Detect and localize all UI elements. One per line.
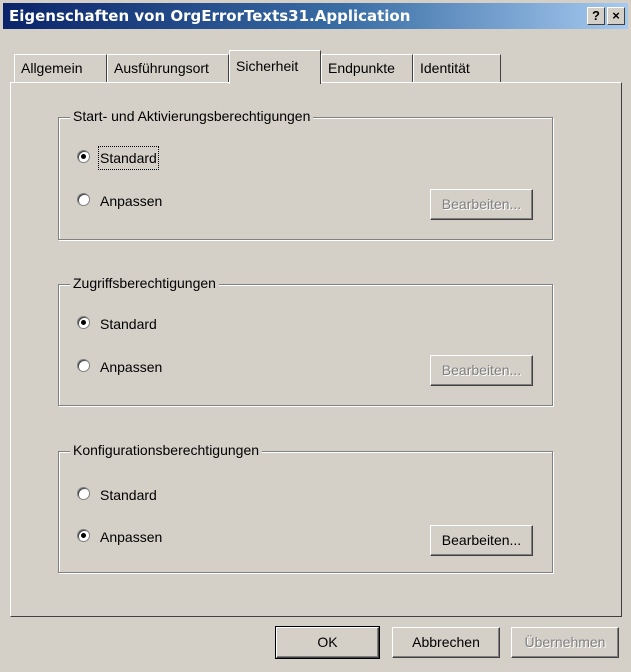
radio-label: Anpassen	[100, 529, 163, 545]
radio-unselected-icon	[77, 193, 90, 206]
radio-label: Anpassen	[100, 359, 163, 375]
title-bar[interactable]: Eigenschaften von OrgErrorTexts31.Applic…	[3, 3, 628, 29]
configuration-permissions-group: Konfigurationsberechtigungen Standard An…	[58, 442, 553, 573]
radio-selected-icon	[77, 150, 90, 163]
apply-button[interactable]: Übernehmen	[511, 627, 619, 658]
group-title: Start- und Aktivierungsberechtigungen	[70, 108, 314, 124]
radio-unselected-icon	[77, 359, 90, 372]
radio-label: Standard	[100, 316, 157, 332]
radio-selected-icon	[77, 529, 90, 542]
access-permissions-group: Zugriffsberechtigungen Standard Anpassen…	[58, 275, 553, 406]
ok-button[interactable]: OK	[275, 626, 380, 659]
config-edit-button[interactable]: Bearbeiten...	[430, 525, 533, 556]
radio-unselected-icon	[77, 487, 90, 500]
launch-activation-permissions-group: Start- und Aktivierungsberechtigungen St…	[58, 108, 553, 240]
tab-sicherheit[interactable]: Sicherheit	[229, 50, 321, 84]
radio-label: Anpassen	[100, 193, 163, 209]
group-title: Zugriffsberechtigungen	[70, 275, 219, 291]
properties-dialog: Eigenschaften von OrgErrorTexts31.Applic…	[0, 0, 631, 672]
radio-label: Standard	[100, 487, 157, 503]
radio-label: Standard	[98, 146, 159, 170]
tab-identitaet[interactable]: Identität	[413, 54, 501, 82]
help-button[interactable]: ?	[587, 7, 605, 25]
access-edit-button[interactable]: Bearbeiten...	[430, 355, 533, 386]
cancel-button[interactable]: Abbrechen	[392, 627, 500, 658]
tab-ausfuehrungsort[interactable]: Ausführungsort	[107, 54, 229, 82]
group-title: Konfigurationsberechtigungen	[70, 442, 263, 458]
window-title: Eigenschaften von OrgErrorTexts31.Applic…	[9, 7, 411, 25]
tab-endpunkte[interactable]: Endpunkte	[321, 54, 413, 82]
close-button[interactable]: ×	[607, 7, 625, 25]
tab-allgemein[interactable]: Allgemein	[14, 54, 107, 82]
launch-edit-button[interactable]: Bearbeiten...	[430, 189, 533, 220]
radio-selected-icon	[77, 316, 90, 329]
tab-panel-sicherheit: Start- und Aktivierungsberechtigungen St…	[10, 82, 622, 617]
